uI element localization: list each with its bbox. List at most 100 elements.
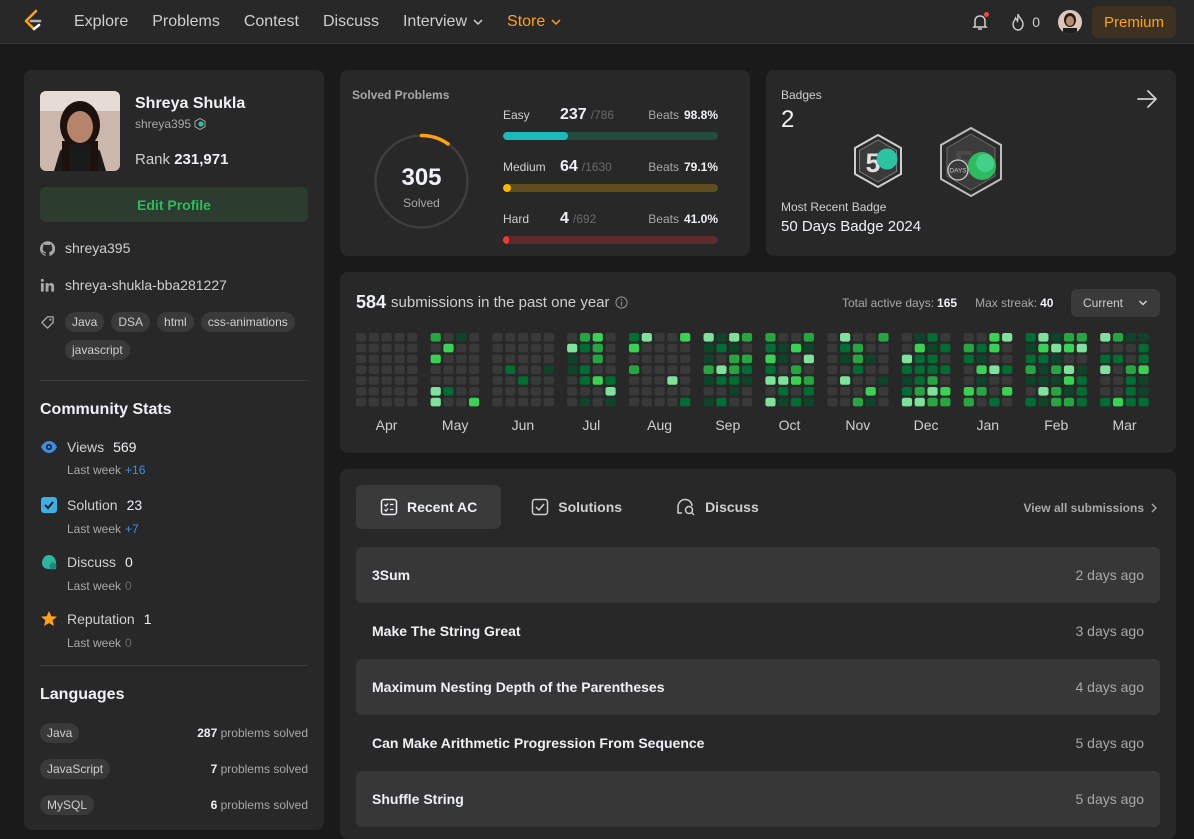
nav-discuss[interactable]: Discuss xyxy=(323,13,379,31)
heatmap-day-cell[interactable] xyxy=(840,333,851,342)
list-item[interactable]: Maximum Nesting Depth of the Parentheses… xyxy=(356,659,1160,715)
heatmap-day-cell[interactable] xyxy=(765,387,776,396)
heatmap-day-cell[interactable] xyxy=(716,333,727,342)
heatmap-day-cell[interactable] xyxy=(729,376,740,385)
language-tag[interactable]: MySQL xyxy=(40,795,95,815)
heatmap-day-cell[interactable] xyxy=(456,354,467,364)
heatmap-day-cell[interactable] xyxy=(976,376,987,385)
heatmap-day-cell[interactable] xyxy=(505,365,516,374)
heatmap-day-cell[interactable] xyxy=(790,387,802,396)
heatmap-day-cell[interactable] xyxy=(1025,397,1036,407)
avatar[interactable] xyxy=(1057,10,1082,34)
heatmap-day-cell[interactable] xyxy=(356,343,367,353)
heatmap-day-cell[interactable] xyxy=(567,354,578,364)
heatmap-day-cell[interactable] xyxy=(394,365,405,374)
premium-button[interactable]: Premium xyxy=(1091,6,1176,38)
heatmap-day-cell[interactable] xyxy=(976,365,987,374)
heatmap-day-cell[interactable] xyxy=(703,343,714,353)
heatmap-day-cell[interactable] xyxy=(1112,354,1124,364)
heatmap-day-cell[interactable] xyxy=(443,376,454,385)
heatmap-day-cell[interactable] xyxy=(729,354,740,364)
heatmap-day-cell[interactable] xyxy=(1076,354,1087,364)
heatmap-day-cell[interactable] xyxy=(492,397,503,407)
heatmap-day-cell[interactable] xyxy=(1112,365,1124,374)
heatmap-day-cell[interactable] xyxy=(579,387,591,396)
heatmap-day-cell[interactable] xyxy=(579,354,591,364)
heatmap-day-cell[interactable] xyxy=(1125,397,1136,407)
heatmap-day-cell[interactable] xyxy=(456,343,467,353)
heatmap-day-cell[interactable] xyxy=(901,387,913,396)
heatmap-day-cell[interactable] xyxy=(567,387,578,396)
heatmap-day-cell[interactable] xyxy=(543,354,554,364)
heatmap-day-cell[interactable] xyxy=(803,354,814,364)
heatmap-day-cell[interactable] xyxy=(381,333,392,342)
heatmap-day-cell[interactable] xyxy=(778,354,789,364)
heatmap-day-cell[interactable] xyxy=(1138,354,1149,364)
heatmap-day-cell[interactable] xyxy=(592,333,603,342)
heatmap-day-cell[interactable] xyxy=(1076,387,1087,396)
heatmap-day-cell[interactable] xyxy=(579,376,591,385)
heatmap-day-cell[interactable] xyxy=(827,354,838,364)
heatmap-day-cell[interactable] xyxy=(741,397,753,407)
heatmap-day-cell[interactable] xyxy=(989,343,1000,353)
heatmap-day-cell[interactable] xyxy=(654,343,665,353)
heatmap-day-cell[interactable] xyxy=(1100,354,1111,364)
heatmap-day-cell[interactable] xyxy=(469,376,480,385)
heatmap-day-cell[interactable] xyxy=(1038,376,1049,385)
heatmap-day-cell[interactable] xyxy=(865,397,876,407)
heatmap-day-cell[interactable] xyxy=(827,397,838,407)
heatmap-day-cell[interactable] xyxy=(641,365,652,374)
heatmap-day-cell[interactable] xyxy=(865,387,876,396)
nav-interview[interactable]: Interview xyxy=(403,13,483,31)
heatmap-day-cell[interactable] xyxy=(456,376,467,385)
heatmap-day-cell[interactable] xyxy=(778,387,789,396)
heatmap-day-cell[interactable] xyxy=(1051,354,1062,364)
heatmap-day-cell[interactable] xyxy=(518,333,529,342)
heatmap-day-cell[interactable] xyxy=(778,397,789,407)
heatmap-day-cell[interactable] xyxy=(914,365,925,374)
heatmap-day-cell[interactable] xyxy=(703,365,714,374)
heatmap-day-cell[interactable] xyxy=(703,387,714,396)
heatmap-day-cell[interactable] xyxy=(1038,354,1049,364)
heatmap-day-cell[interactable] xyxy=(505,376,516,385)
heatmap-day-cell[interactable] xyxy=(1100,333,1111,342)
heatmap-day-cell[interactable] xyxy=(1125,333,1136,342)
heatmap-day-cell[interactable] xyxy=(940,365,951,374)
heatmap-day-cell[interactable] xyxy=(878,343,889,353)
list-item[interactable]: Shuffle String 5 days ago xyxy=(356,771,1160,827)
heatmap-day-cell[interactable] xyxy=(1125,376,1136,385)
heatmap-day-cell[interactable] xyxy=(1051,343,1062,353)
heatmap-day-cell[interactable] xyxy=(543,387,554,396)
heatmap-day-cell[interactable] xyxy=(1076,365,1087,374)
skill-tag[interactable]: css-animations xyxy=(200,312,295,332)
heatmap-day-cell[interactable] xyxy=(901,343,913,353)
heatmap-day-cell[interactable] xyxy=(394,387,405,396)
heatmap-day-cell[interactable] xyxy=(667,376,678,385)
heatmap-day-cell[interactable] xyxy=(1076,343,1087,353)
heatmap-day-cell[interactable] xyxy=(803,387,814,396)
heatmap-day-cell[interactable] xyxy=(680,343,691,353)
heatmap-day-cell[interactable] xyxy=(790,365,802,374)
heatmap-day-cell[interactable] xyxy=(641,397,652,407)
heatmap-day-cell[interactable] xyxy=(543,343,554,353)
heatmap-day-cell[interactable] xyxy=(592,343,603,353)
heatmap-day-cell[interactable] xyxy=(765,333,776,342)
heatmap-day-cell[interactable] xyxy=(716,365,727,374)
heatmap-day-cell[interactable] xyxy=(1063,333,1075,342)
heatmap-day-cell[interactable] xyxy=(394,376,405,385)
heatmap-day-cell[interactable] xyxy=(790,376,802,385)
heatmap-day-cell[interactable] xyxy=(492,343,503,353)
heatmap-day-cell[interactable] xyxy=(628,365,640,374)
heatmap-day-cell[interactable] xyxy=(963,387,974,396)
heatmap-day-cell[interactable] xyxy=(1002,387,1013,396)
heatmap-day-cell[interactable] xyxy=(840,354,851,364)
heatmap-day-cell[interactable] xyxy=(492,387,503,396)
heatmap-day-cell[interactable] xyxy=(1112,333,1124,342)
heatmap-day-cell[interactable] xyxy=(790,354,802,364)
heatmap-day-cell[interactable] xyxy=(592,354,603,364)
heatmap-day-cell[interactable] xyxy=(469,333,480,342)
heatmap-day-cell[interactable] xyxy=(840,376,851,385)
heatmap-day-cell[interactable] xyxy=(628,333,640,342)
heatmap-day-cell[interactable] xyxy=(803,397,814,407)
heatmap-day-cell[interactable] xyxy=(878,365,889,374)
